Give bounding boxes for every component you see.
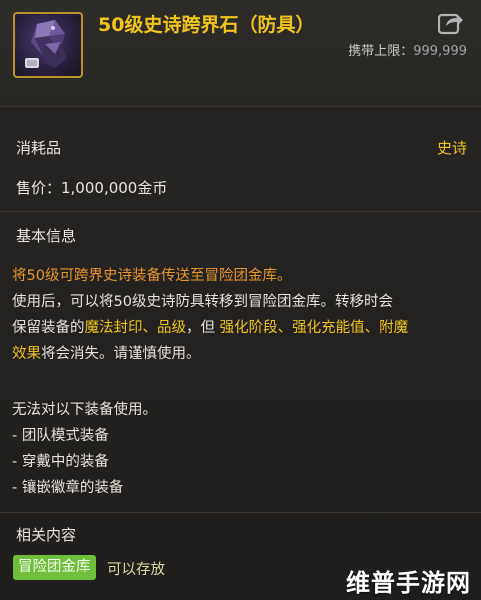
description-line: 使用后，可以将50级史诗防具转移到冒险团金库。转移时会 bbox=[12, 294, 393, 310]
basic-info-title: 基本信息 bbox=[16, 227, 77, 245]
item-rarity: 史诗 bbox=[436, 139, 467, 157]
restriction-item: - 团队模式装备 bbox=[12, 428, 109, 444]
description-line: 保留装备的魔法封印、品级，但 强化阶段、强化充能值、附魔 bbox=[12, 315, 472, 341]
related-content-title: 相关内容 bbox=[16, 526, 77, 544]
item-price: 售价：1,000,000金币 bbox=[16, 179, 168, 197]
description-line: 效果将会消失。请谨慎使用。 bbox=[12, 341, 472, 367]
restriction-item: - 穿戴中的装备 bbox=[12, 454, 109, 470]
item-tooltip-panel: 50级史诗跨界石（防具） 携带上限：999,999 消耗品 史诗 售价：1,00… bbox=[0, 0, 481, 600]
divider bbox=[0, 211, 481, 212]
carry-limit: 携带上限：999,999 bbox=[348, 40, 467, 59]
divider bbox=[0, 512, 481, 513]
item-title: 50级史诗跨界石（防具） bbox=[98, 14, 315, 36]
text-segment: 保留装备的 bbox=[12, 320, 85, 336]
restriction-list: 无法对以下装备使用。 - 团队模式装备 - 穿戴中的装备 - 镶嵌徽章的装备 bbox=[12, 397, 157, 501]
highlight-text: 强化阶段、强化充能值、附魔 bbox=[219, 320, 409, 336]
description-line: 将50级可跨界史诗装备传送至冒险团金库。 bbox=[12, 268, 292, 284]
adventure-vault-badge: 冒险团金库 bbox=[13, 555, 96, 580]
restriction-title: 无法对以下装备使用。 bbox=[12, 402, 157, 418]
basic-info-description: 将50级可跨界史诗装备传送至冒险团金库。 使用后，可以将50级史诗防具转移到冒险… bbox=[12, 263, 472, 367]
share-icon[interactable] bbox=[437, 11, 464, 35]
text-segment: ，但 bbox=[186, 320, 220, 336]
storage-status: 可以存放 bbox=[107, 562, 165, 578]
item-type: 消耗品 bbox=[16, 139, 62, 157]
carry-limit-label: 携带上限： bbox=[348, 44, 414, 59]
tooltip-header: 50级史诗跨界石（防具） 携带上限：999,999 bbox=[0, 0, 481, 107]
restriction-item: - 镶嵌徽章的装备 bbox=[12, 480, 124, 496]
text-segment: 将会消失。请谨慎使用。 bbox=[41, 346, 201, 362]
highlight-text: 魔法封印、品级 bbox=[84, 320, 187, 336]
epic-crystal-icon bbox=[13, 12, 83, 78]
carry-limit-value: 999,999 bbox=[413, 44, 467, 59]
highlight-text: 效果 bbox=[12, 346, 41, 362]
site-watermark: 维普手游网 bbox=[346, 569, 471, 597]
